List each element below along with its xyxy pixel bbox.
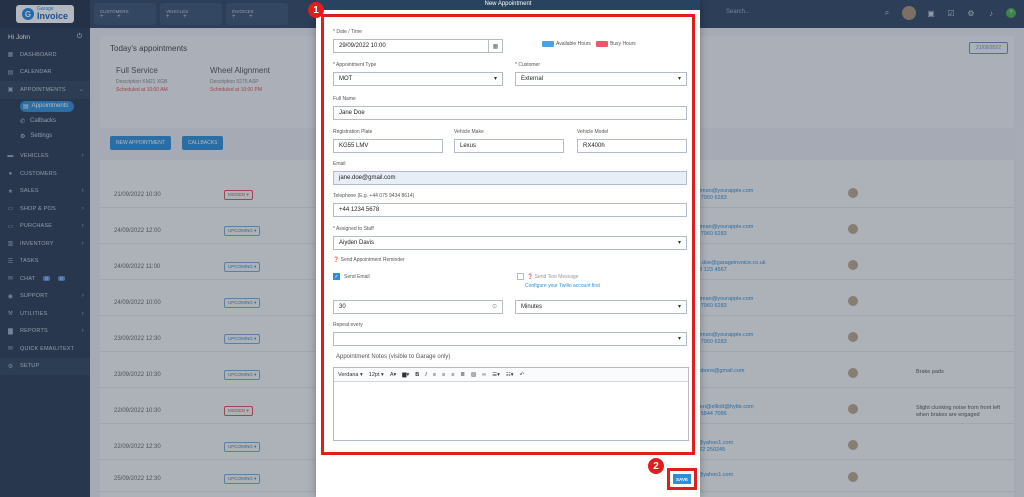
full-name-input[interactable]: Jane Doe bbox=[333, 106, 687, 120]
highlight-icon[interactable]: ▆▾ bbox=[402, 372, 409, 378]
send-email-label: Send Email bbox=[344, 274, 370, 280]
notes-editor[interactable]: Verdana ▾ 12pt ▾ A▾ ▆▾ B I ≡ ≡ ≡ ≣ ▨ ∞ ☰… bbox=[333, 367, 689, 441]
new-appointment-modal: New Appointment * Date / Time 29/09/2022… bbox=[308, 0, 700, 497]
align-left-icon[interactable]: ≡ bbox=[433, 372, 436, 378]
chevron-down-icon: ▾ bbox=[677, 304, 681, 310]
send-email-checkbox[interactable]: ✓ bbox=[333, 273, 340, 280]
italic-icon[interactable]: I bbox=[425, 372, 427, 378]
vehicle-model-label: Vehicle Model bbox=[577, 129, 609, 135]
undo-icon[interactable]: ↶ bbox=[520, 372, 525, 378]
link-icon[interactable]: ∞ bbox=[482, 372, 486, 378]
reminder-amount-input[interactable]: 30 ⊙ bbox=[333, 300, 503, 314]
staff-label: * Assigned to Staff bbox=[333, 226, 374, 232]
text-color-icon[interactable]: A▾ bbox=[390, 372, 396, 378]
help-icon: ⊙ bbox=[491, 304, 497, 310]
bold-icon[interactable]: B bbox=[415, 372, 419, 378]
vehicle-make-label: Vehicle Make bbox=[454, 129, 484, 135]
numbered-list-icon[interactable]: ☷▾ bbox=[506, 372, 514, 378]
align-right-icon[interactable]: ≡ bbox=[451, 372, 454, 378]
chevron-down-icon: ▾ bbox=[493, 76, 497, 82]
busy-swatch bbox=[595, 41, 608, 47]
vehicle-model-input[interactable]: RX400h bbox=[577, 139, 687, 153]
appointment-type-select[interactable]: MOT ▾ bbox=[333, 72, 503, 86]
telephone-input[interactable]: +44 1234 5678 bbox=[333, 203, 687, 217]
vehicle-make-input[interactable]: Lexus bbox=[454, 139, 564, 153]
configure-twilio-link[interactable]: Configure your Twilio account first bbox=[525, 283, 600, 289]
email-field[interactable]: jane.doe@gmail.com bbox=[333, 171, 687, 185]
repeat-select[interactable]: ▾ bbox=[333, 332, 687, 346]
callout-1: 1 bbox=[308, 2, 324, 18]
full-name-label: Full Name bbox=[333, 96, 356, 102]
save-highlight: SAVE bbox=[667, 468, 697, 490]
question-icon: ❓ bbox=[333, 257, 340, 263]
notes-label: Appointment Notes (visible to Garage onl… bbox=[336, 354, 451, 360]
reminder-unit-select[interactable]: Minutes ▾ bbox=[515, 300, 687, 314]
customer-select[interactable]: External ▾ bbox=[515, 72, 687, 86]
send-text-label: ❓ Send Text Message bbox=[527, 274, 579, 280]
modal-title: New Appointment bbox=[316, 0, 700, 10]
callout-2: 2 bbox=[648, 458, 664, 474]
date-time-input[interactable]: 29/09/2022 10:00 ▦ bbox=[333, 39, 503, 53]
chevron-down-icon: ▾ bbox=[677, 76, 681, 82]
telephone-label: Telephone (E.g. +44 075 9434 8614) bbox=[333, 193, 415, 199]
bullet-list-icon[interactable]: ☰▾ bbox=[492, 372, 500, 378]
chevron-down-icon: ▾ bbox=[677, 336, 681, 342]
registration-plate-label: Registration Plate bbox=[333, 129, 373, 135]
question-icon: ❓ bbox=[527, 274, 534, 280]
hours-legend: Available Hours Busy Hours bbox=[542, 41, 636, 47]
date-time-label: * Date / Time bbox=[333, 29, 362, 35]
size-select[interactable]: 12pt ▾ bbox=[369, 372, 384, 378]
repeat-label: Repeat every bbox=[333, 322, 363, 328]
editor-toolbar: Verdana ▾ 12pt ▾ A▾ ▆▾ B I ≡ ≡ ≡ ≣ ▨ ∞ ☰… bbox=[334, 368, 688, 382]
customer-label: * Customer bbox=[515, 62, 541, 68]
font-select[interactable]: Verdana ▾ bbox=[338, 372, 363, 378]
calendar-icon[interactable]: ▦ bbox=[488, 40, 502, 52]
save-button[interactable]: SAVE bbox=[673, 474, 691, 484]
registration-plate-input[interactable]: KG55 LMV bbox=[333, 139, 443, 153]
send-text-checkbox[interactable] bbox=[517, 273, 524, 280]
image-icon[interactable]: ▨ bbox=[471, 372, 476, 378]
staff-select[interactable]: Aiyden Davis ▾ bbox=[333, 236, 687, 250]
email-label: Email bbox=[333, 161, 346, 167]
chevron-down-icon: ▾ bbox=[677, 240, 681, 246]
available-swatch bbox=[542, 41, 554, 47]
reminder-label: ❓ Send Appointment Reminder bbox=[333, 257, 405, 263]
appointment-form: * Date / Time 29/09/2022 10:00 ▦ Availab… bbox=[321, 14, 695, 455]
align-center-icon[interactable]: ≡ bbox=[442, 372, 445, 378]
justify-icon[interactable]: ≣ bbox=[460, 372, 465, 378]
appointment-type-label: * Appointment Type bbox=[333, 62, 377, 68]
